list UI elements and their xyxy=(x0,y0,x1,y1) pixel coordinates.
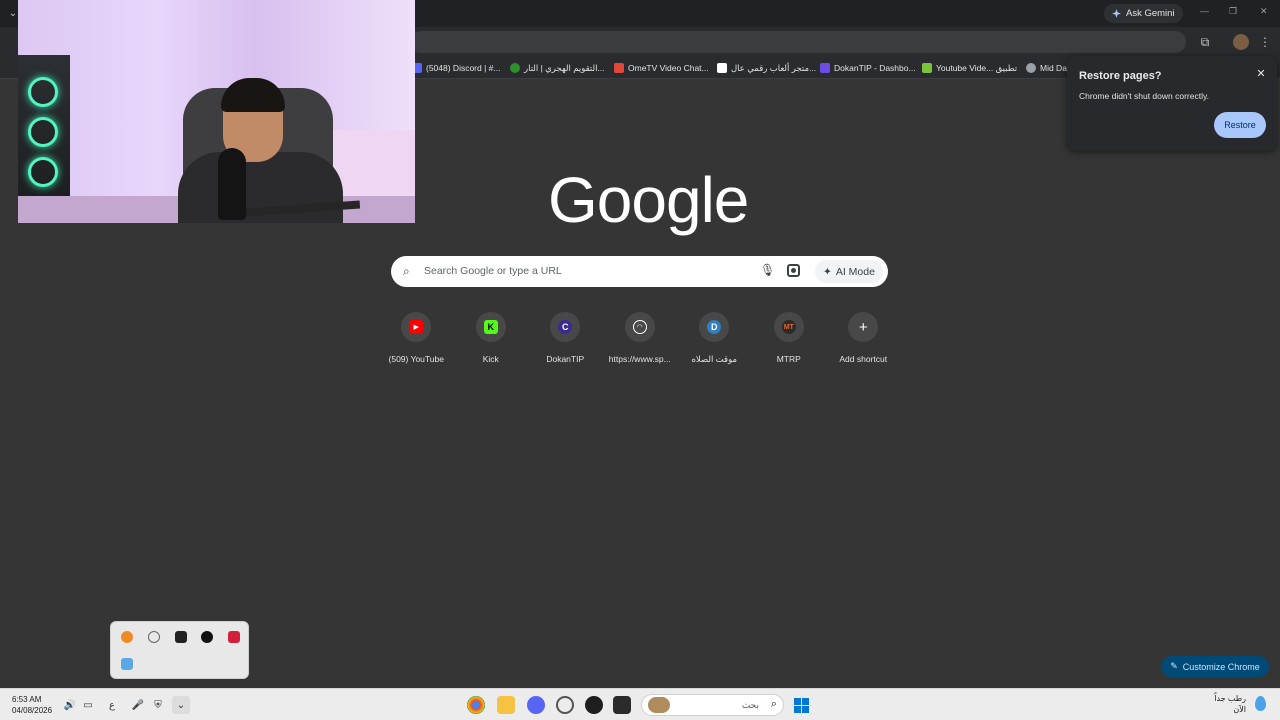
bookmark-ometv[interactable]: OmeTV Video Chat... xyxy=(614,61,709,75)
app-dark-icon[interactable] xyxy=(585,696,603,714)
tray-app-g-icon[interactable] xyxy=(201,631,213,643)
taskbar-search[interactable]: بحث ⌕ xyxy=(641,694,784,716)
bookmark-discord[interactable]: (5048) Discord | #... xyxy=(412,61,501,75)
speedtest-gauge-icon: ◠ xyxy=(632,320,647,334)
tray-app-red-icon[interactable] xyxy=(228,631,240,643)
pencil-icon: ✎ xyxy=(1170,661,1178,671)
windows-taskbar: 6:53 AM 04/08/2026 🔊 ▭ ع 🎤 ⛨ ⌄ بحث ⌕ رطب… xyxy=(0,688,1280,720)
security-icon[interactable]: ⛨ xyxy=(151,698,165,712)
ometv-icon xyxy=(614,63,624,73)
chrome-app-icon[interactable] xyxy=(467,696,485,714)
search-icon: ⌕ xyxy=(770,698,777,710)
shortcut-prayer-timer[interactable]: D موقت الصلاه xyxy=(677,310,752,370)
display-icon[interactable]: ▭ xyxy=(81,698,95,712)
ai-mode-label: AI Mode xyxy=(835,265,875,278)
tray-overflow-flyout xyxy=(110,621,249,679)
clock-date: 04/08/2026 xyxy=(12,706,53,715)
ask-gemini-label: Ask Gemini xyxy=(1126,8,1175,19)
gemini-sparkle-icon xyxy=(1112,9,1121,18)
youtube-icon: ▶ xyxy=(409,320,424,334)
tray-app-blue-icon[interactable] xyxy=(121,658,133,670)
app-terminal-icon[interactable] xyxy=(613,696,631,714)
shortcut-youtube[interactable]: ▶ (509) YouTube xyxy=(379,310,454,370)
shortcut-speedtest[interactable]: ◠ https://www.sp... xyxy=(603,310,678,370)
weather-droplet-icon xyxy=(1255,696,1266,711)
dokantip-icon xyxy=(820,63,830,73)
tray-settings-gear-icon[interactable] xyxy=(148,631,160,643)
windows-start-icon[interactable] xyxy=(794,698,809,713)
restore-dialog-title: Restore pages? xyxy=(1079,70,1162,82)
shortcut-mtrp[interactable]: MT MTRP xyxy=(752,310,827,370)
webcam-overlay xyxy=(18,0,415,223)
plus-icon: + xyxy=(858,318,868,336)
weather-time: الآن xyxy=(1233,705,1246,714)
extensions-puzzle-icon[interactable]: ⧉ xyxy=(1196,33,1214,51)
dokantip-icon: C xyxy=(558,320,573,334)
globe-icon xyxy=(1026,63,1036,73)
restore-dialog-message: Chrome didn't shut down correctly. xyxy=(1079,91,1209,101)
clock[interactable]: 6:53 AM 04/08/2026 xyxy=(12,694,52,716)
address-bar[interactable] xyxy=(410,31,1186,53)
minimize-button[interactable]: — xyxy=(1200,6,1209,16)
shortcut-add[interactable]: + Add shortcut xyxy=(826,310,901,370)
settings-app-icon[interactable] xyxy=(556,696,574,714)
shortcut-dokantip[interactable]: C DokanTIP xyxy=(528,310,603,370)
ntp-search-box[interactable]: ⌕ Search Google or type a URL 🎙 ✦ AI Mod… xyxy=(391,256,888,287)
discord-app-icon[interactable] xyxy=(527,696,545,714)
ai-sparkle-search-icon: ✦ xyxy=(823,265,832,278)
bookmark-mid-da[interactable]: Mid Da xyxy=(1026,61,1067,75)
tray-app-orange-icon[interactable] xyxy=(121,631,133,643)
bookmark-game-store[interactable]: متجر ألعاب رقمي عال... xyxy=(717,61,816,75)
search-highlight-image xyxy=(648,697,670,713)
chevron-up-icon[interactable]: ⌄ xyxy=(172,696,190,714)
ask-gemini-button[interactable]: Ask Gemini xyxy=(1104,4,1183,23)
maximize-button[interactable]: ❐ xyxy=(1229,6,1237,17)
close-window-button[interactable]: ✕ xyxy=(1260,6,1268,17)
bookmark-hijri-calendar[interactable]: التقويم الهجري | التار... xyxy=(510,61,605,75)
close-icon[interactable]: ✕ xyxy=(1255,68,1267,80)
microphone-icon[interactable]: 🎙 xyxy=(760,263,775,279)
weather-widget[interactable]: رطب جداً الآن xyxy=(1212,693,1246,715)
google-logo: Google xyxy=(548,164,749,236)
ai-mode-button[interactable]: ✦ AI Mode xyxy=(815,260,883,283)
restore-button[interactable]: Restore xyxy=(1214,112,1266,138)
taskbar-search-placeholder: بحث xyxy=(741,700,759,710)
google-lens-icon[interactable] xyxy=(787,264,800,277)
calendar-icon xyxy=(510,63,520,73)
bookmark-youtube-video-app[interactable]: Youtube Vide... تطبيق xyxy=(922,61,1017,75)
microphone-image xyxy=(218,148,246,220)
bookmark-dokantip[interactable]: DokanTIP - Dashbo... xyxy=(820,61,916,75)
letter-d-icon: D xyxy=(707,320,722,334)
file-explorer-icon[interactable] xyxy=(497,696,515,714)
restore-pages-dialog: Restore pages? Chrome didn't shut down c… xyxy=(1067,56,1277,150)
chrome-menu-icon[interactable]: ⋮ xyxy=(1256,33,1274,51)
download-arrow-icon xyxy=(922,63,932,73)
letter-m-icon xyxy=(717,63,727,73)
mtrp-icon: MT xyxy=(781,320,796,334)
weather-condition: رطب جداً xyxy=(1214,694,1246,703)
kick-icon: K xyxy=(483,320,498,334)
customize-chrome-label: Customize Chrome xyxy=(1182,661,1260,672)
customize-chrome-button[interactable]: ✎ Customize Chrome xyxy=(1161,656,1269,677)
search-icon: ⌕ xyxy=(403,264,410,278)
input-language-indicator[interactable]: ع xyxy=(105,698,119,712)
mic-icon[interactable]: 🎤 xyxy=(131,698,145,712)
volume-icon[interactable]: 🔊 xyxy=(63,698,77,712)
shortcuts-grid: ▶ (509) YouTube K Kick C DokanTIP ◠ http… xyxy=(379,310,901,370)
profile-avatar[interactable] xyxy=(1232,33,1250,51)
shortcut-kick[interactable]: K Kick xyxy=(454,310,529,370)
search-placeholder: Search Google or type a URL xyxy=(424,265,562,277)
tray-app-dark-icon[interactable] xyxy=(175,631,187,643)
clock-time: 6:53 AM xyxy=(12,695,42,704)
